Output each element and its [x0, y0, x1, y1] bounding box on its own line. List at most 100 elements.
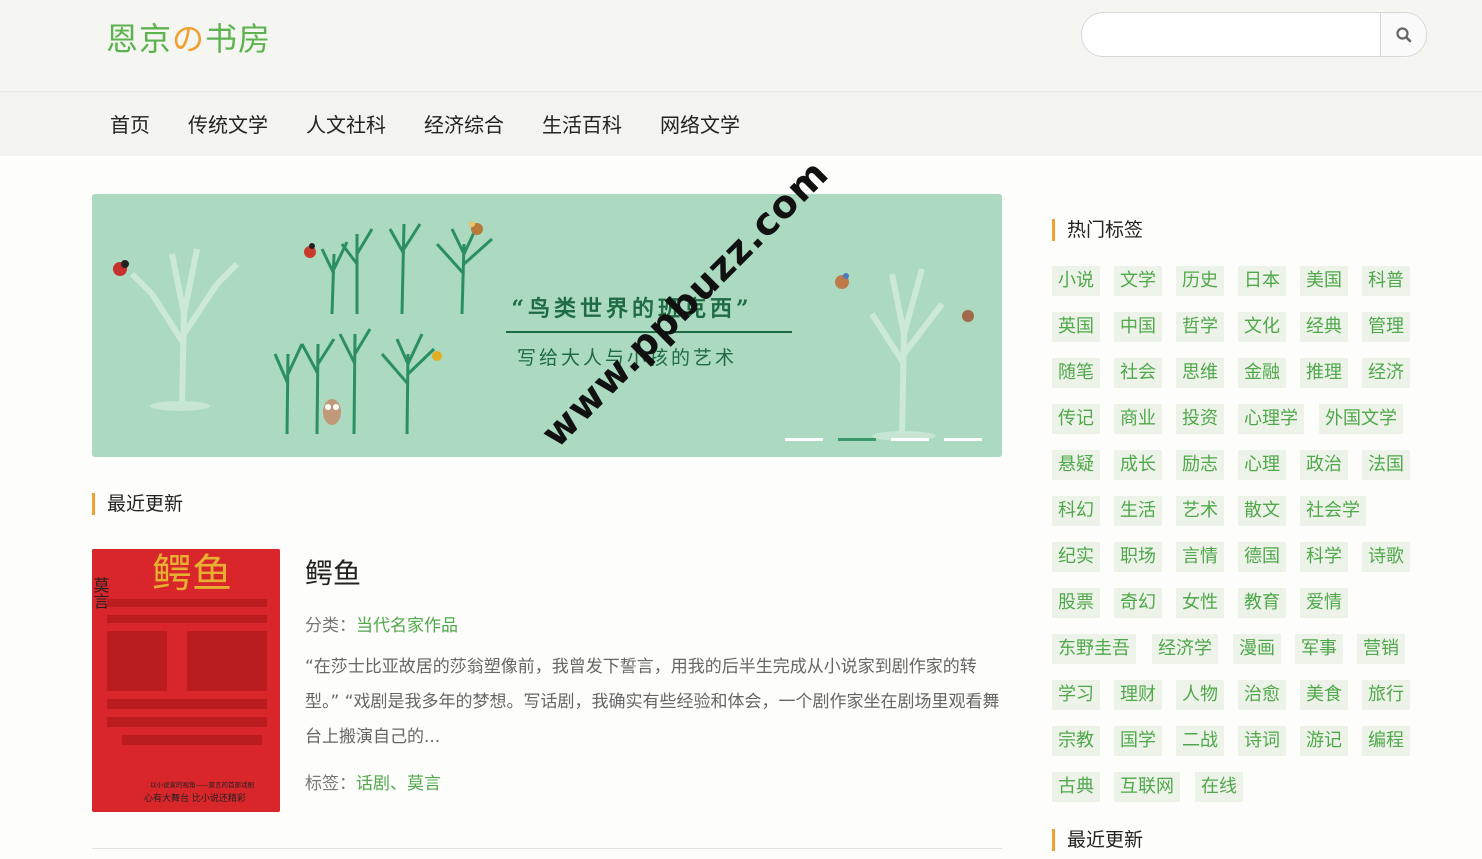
tag-9-1[interactable]: 理财 — [1114, 680, 1162, 710]
carousel-dot-active[interactable] — [838, 438, 876, 441]
book-excerpt: “在莎士比亚故居的莎翁塑像前，我曾发下誓言，用我的后半生完成从小说家到剧作家的转… — [305, 657, 1000, 747]
top-bar: 恩京の书房 — [0, 0, 1482, 91]
carousel-dot[interactable] — [785, 438, 823, 441]
tag-6-1[interactable]: 职场 — [1114, 542, 1162, 572]
tag-3-3[interactable]: 心理学 — [1238, 404, 1304, 434]
sidebar-recent-title: 最近更新 — [1052, 829, 1143, 851]
tag-1-2[interactable]: 哲学 — [1176, 312, 1224, 342]
tag-8-1[interactable]: 经济学 — [1152, 634, 1218, 664]
tag-6-0[interactable]: 纪实 — [1052, 542, 1100, 572]
cover-caption-2: 心有大舞台 比小说还精彩 — [144, 792, 246, 804]
tag-4-5[interactable]: 法国 — [1362, 450, 1410, 480]
tag-9-2[interactable]: 人物 — [1176, 680, 1224, 710]
tag-10-0[interactable]: 宗教 — [1052, 726, 1100, 756]
tag-2-3[interactable]: 金融 — [1238, 358, 1286, 388]
tag-3-1[interactable]: 商业 — [1114, 404, 1162, 434]
tag-7-1[interactable]: 奇幻 — [1114, 588, 1162, 618]
tag-6-2[interactable]: 言情 — [1176, 542, 1224, 572]
logo-text-2: の — [172, 20, 206, 58]
tag-11-2[interactable]: 在线 — [1195, 772, 1243, 802]
tag-0-1[interactable]: 文学 — [1114, 266, 1162, 296]
tag-11-0[interactable]: 古典 — [1052, 772, 1100, 802]
tags-links[interactable]: 话剧、莫言 — [356, 774, 441, 794]
cover-title-text: 鳄鱼 — [152, 551, 232, 597]
tag-2-1[interactable]: 社会 — [1114, 358, 1162, 388]
tag-4-4[interactable]: 政治 — [1300, 450, 1348, 480]
book-cover-art: 莫言 鳄鱼 以小说家的视角——莫言的首部话剧 心有大舞台 比小说还精彩 — [92, 549, 280, 812]
tag-9-4[interactable]: 美食 — [1300, 680, 1348, 710]
tag-8-3[interactable]: 军事 — [1295, 634, 1343, 664]
carousel-dot[interactable] — [891, 438, 929, 441]
tag-11-1[interactable]: 互联网 — [1114, 772, 1180, 802]
tag-0-3[interactable]: 日本 — [1238, 266, 1286, 296]
tag-1-5[interactable]: 管理 — [1362, 312, 1410, 342]
tag-7-4[interactable]: 爱情 — [1300, 588, 1348, 618]
nav-item-humanities[interactable]: 人文社科 — [306, 109, 386, 138]
tag-5-3[interactable]: 散文 — [1238, 496, 1286, 526]
carousel-indicators — [785, 438, 997, 441]
main-nav: 首页 传统文学 人文社科 经济综合 生活百科 网络文学 — [0, 91, 1482, 156]
tag-8-2[interactable]: 漫画 — [1233, 634, 1281, 664]
tag-6-4[interactable]: 科学 — [1300, 542, 1348, 572]
tag-10-1[interactable]: 国学 — [1114, 726, 1162, 756]
carousel-dot[interactable] — [944, 438, 982, 441]
logo-text-3: 书房 — [205, 20, 272, 58]
tag-2-0[interactable]: 随笔 — [1052, 358, 1100, 388]
tag-2-4[interactable]: 推理 — [1300, 358, 1348, 388]
search-button[interactable] — [1380, 13, 1426, 56]
hot-tags-title: 热门标签 — [1052, 219, 1143, 241]
tag-10-2[interactable]: 二战 — [1176, 726, 1224, 756]
logo-text-1: 恩京 — [106, 20, 173, 58]
tag-4-0[interactable]: 悬疑 — [1052, 450, 1100, 480]
tag-7-0[interactable]: 股票 — [1052, 588, 1100, 618]
tag-0-5[interactable]: 科普 — [1362, 266, 1410, 296]
tag-1-3[interactable]: 文化 — [1238, 312, 1286, 342]
tag-6-3[interactable]: 德国 — [1238, 542, 1286, 572]
category-link[interactable]: 当代名家作品 — [356, 616, 458, 636]
book-title[interactable]: 鳄鱼 — [305, 552, 361, 592]
tag-0-2[interactable]: 历史 — [1176, 266, 1224, 296]
tag-5-4[interactable]: 社会学 — [1300, 496, 1366, 526]
tag-9-0[interactable]: 学习 — [1052, 680, 1100, 710]
tag-5-1[interactable]: 生活 — [1114, 496, 1162, 526]
tag-3-2[interactable]: 投资 — [1176, 404, 1224, 434]
tag-4-2[interactable]: 励志 — [1176, 450, 1224, 480]
nav-item-home[interactable]: 首页 — [110, 109, 150, 138]
tag-4-3[interactable]: 心理 — [1238, 450, 1286, 480]
nav-item-life[interactable]: 生活百科 — [542, 109, 622, 138]
tag-1-0[interactable]: 英国 — [1052, 312, 1100, 342]
tag-3-4[interactable]: 外国文学 — [1319, 404, 1403, 434]
cover-caption-1: 以小说家的视角——莫言的首部话剧 — [150, 780, 254, 789]
search-box — [1081, 12, 1427, 57]
tag-8-0[interactable]: 东野圭吾 — [1052, 634, 1136, 664]
book-cover[interactable]: 莫言 鳄鱼 以小说家的视角——莫言的首部话剧 心有大舞台 比小说还精彩 — [92, 549, 280, 812]
search-input[interactable] — [1082, 13, 1381, 56]
tag-1-4[interactable]: 经典 — [1300, 312, 1348, 342]
tag-2-2[interactable]: 思维 — [1176, 358, 1224, 388]
tag-8-4[interactable]: 营销 — [1357, 634, 1405, 664]
tag-7-3[interactable]: 教育 — [1238, 588, 1286, 618]
site-logo[interactable]: 恩京の书房 — [106, 14, 271, 60]
divider — [92, 848, 1002, 849]
tag-9-3[interactable]: 治愈 — [1238, 680, 1286, 710]
nav-item-economics[interactable]: 经济综合 — [424, 109, 504, 138]
tag-0-0[interactable]: 小说 — [1052, 266, 1100, 296]
tag-9-5[interactable]: 旅行 — [1362, 680, 1410, 710]
tag-0-4[interactable]: 美国 — [1300, 266, 1348, 296]
tag-10-3[interactable]: 诗词 — [1238, 726, 1286, 756]
tag-6-5[interactable]: 诗歌 — [1362, 542, 1410, 572]
tag-10-4[interactable]: 游记 — [1300, 726, 1348, 756]
tag-5-0[interactable]: 科幻 — [1052, 496, 1100, 526]
nav-item-web-literature[interactable]: 网络文学 — [660, 109, 740, 138]
book-tags: 标签：话剧、莫言 — [305, 769, 441, 794]
tag-2-5[interactable]: 经济 — [1362, 358, 1410, 388]
tag-3-0[interactable]: 传记 — [1052, 404, 1100, 434]
tag-5-2[interactable]: 艺术 — [1176, 496, 1224, 526]
nav-item-traditional-literature[interactable]: 传统文学 — [188, 109, 268, 138]
tag-7-2[interactable]: 女性 — [1176, 588, 1224, 618]
tag-4-1[interactable]: 成长 — [1114, 450, 1162, 480]
search-icon — [1395, 26, 1411, 42]
tags-label: 标签： — [305, 774, 356, 794]
tag-1-1[interactable]: 中国 — [1114, 312, 1162, 342]
tag-10-5[interactable]: 编程 — [1362, 726, 1410, 756]
